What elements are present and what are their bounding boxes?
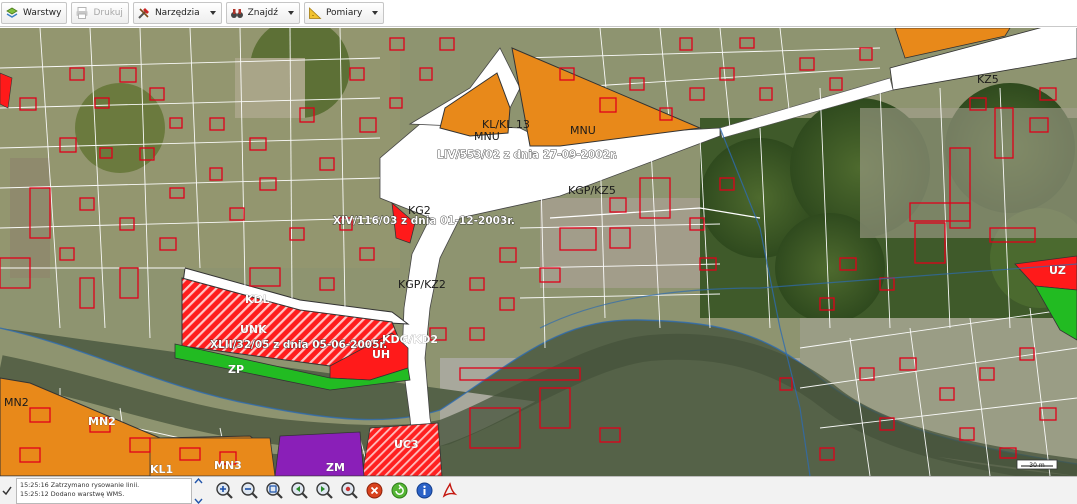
zone-label-mn2-left: MN2 [4, 396, 29, 409]
zone-label-uc3: UC3 [394, 438, 419, 451]
measure-menu-label: Pomiary [325, 8, 363, 18]
message-log: 15:25:16 Zatrzymano rysowanie linii. 15:… [16, 477, 192, 504]
status-bar: 15:25:16 Zatrzymano rysowanie linii. 15:… [0, 476, 1077, 504]
tools-menu-label: Narzędzia [154, 8, 200, 18]
zone-label-mnu-right: MNU [570, 124, 596, 137]
zoom-in-button[interactable] [214, 480, 235, 501]
chevron-down-icon [372, 11, 379, 15]
info-icon [416, 482, 433, 499]
zone-label-mnu-left: MNU [474, 130, 500, 143]
zone-label-mn2-mid: MN2 [88, 415, 116, 428]
chevron-down-icon [287, 11, 294, 15]
zoom-extent-icon [266, 482, 283, 499]
zone-label-kz5: KZ5 [977, 73, 999, 86]
scale-bar: 30 m [1016, 459, 1058, 470]
zoom-window-icon [341, 482, 358, 499]
chevron-down-icon [209, 11, 216, 15]
zoom-out-button[interactable] [239, 480, 260, 501]
zoom-previous-button[interactable] [289, 480, 310, 501]
zone-label-kgp-kz2: KGP/KZ2 [398, 278, 446, 291]
layers-icon [5, 6, 19, 20]
zone-label-zp: ZP [228, 363, 244, 376]
find-menu-label: Znajdź [247, 8, 278, 18]
pdf-button[interactable] [439, 480, 460, 501]
zone-zm[interactable] [274, 431, 365, 476]
zone-label-mn3: MN3 [214, 459, 242, 472]
printer-icon [75, 6, 89, 20]
binoculars-icon [230, 6, 244, 20]
tools-icon [137, 6, 151, 20]
zone-label-kl13: KL/KL 13 [482, 118, 530, 131]
map-application: Warstwy Drukuj Narzędzia Znajdź Pomiary … [0, 0, 1077, 504]
scale-bar-label: 30 m [1029, 462, 1045, 469]
toolbar: Warstwy Drukuj Narzędzia Znajdź Pomiary [0, 0, 1077, 27]
zoom-in-icon [216, 482, 233, 499]
ruler-icon [308, 6, 322, 20]
zone-label-uz: UZ [1049, 264, 1066, 277]
stop-icon [366, 482, 383, 499]
zone-label-zm: ZM [326, 461, 345, 474]
zone-label-kdl: KDL [245, 293, 270, 306]
zone-label-kl1: KL1 [150, 463, 173, 476]
print-button-label: Drukuj [93, 8, 123, 18]
zoom-next-button[interactable] [314, 480, 335, 501]
find-menu-button[interactable]: Znajdź [225, 2, 300, 24]
print-button[interactable]: Drukuj [71, 2, 129, 24]
checkmark-icon[interactable] [0, 477, 14, 504]
zoom-out-icon [241, 482, 258, 499]
resolution-label-3: XLII/32/05 z dnia 05-06-2005r. [210, 339, 387, 351]
log-scroll[interactable] [192, 477, 204, 504]
map-view[interactable]: KZ5 MNU KL/KL 13 MNU KG2 KGP/KZ5 KGP/KZ2… [0, 28, 1077, 476]
pdf-icon [442, 482, 458, 498]
zoom-extent-button[interactable] [264, 480, 285, 501]
layers-button[interactable]: Warstwy [1, 2, 68, 24]
refresh-icon [391, 482, 408, 499]
zone-label-kdg-kd2: KDG/KD2 [382, 333, 438, 346]
info-button[interactable] [414, 480, 435, 501]
log-line: 15:25:16 Zatrzymano rysowanie linii. [20, 480, 140, 489]
map-canvas[interactable]: KZ5 MNU KL/KL 13 MNU KG2 KGP/KZ5 KGP/KZ2… [0, 28, 1077, 476]
chevron-down-icon[interactable] [193, 498, 203, 504]
zoom-previous-icon [291, 482, 308, 499]
stop-button[interactable] [364, 480, 385, 501]
resolution-label-2: XIV/116/03 z dnia 01-12-2003r. [333, 215, 515, 227]
zoom-window-button[interactable] [339, 480, 360, 501]
tools-menu-button[interactable]: Narzędzia [132, 2, 222, 24]
log-line: 15:25:12 Dodano warstwę WMS. [20, 489, 125, 498]
layers-button-label: Warstwy [23, 8, 62, 18]
resolution-label-1: LIV/553/02 z dnia 27-09-2002r. [437, 149, 618, 161]
refresh-button[interactable] [389, 480, 410, 501]
zone-label-unk: UNK [240, 323, 267, 336]
zoom-next-icon [316, 482, 333, 499]
chevron-up-icon[interactable] [193, 477, 203, 484]
zone-label-kgp-kz5: KGP/KZ5 [568, 184, 616, 197]
measure-menu-button[interactable]: Pomiary [303, 2, 385, 24]
